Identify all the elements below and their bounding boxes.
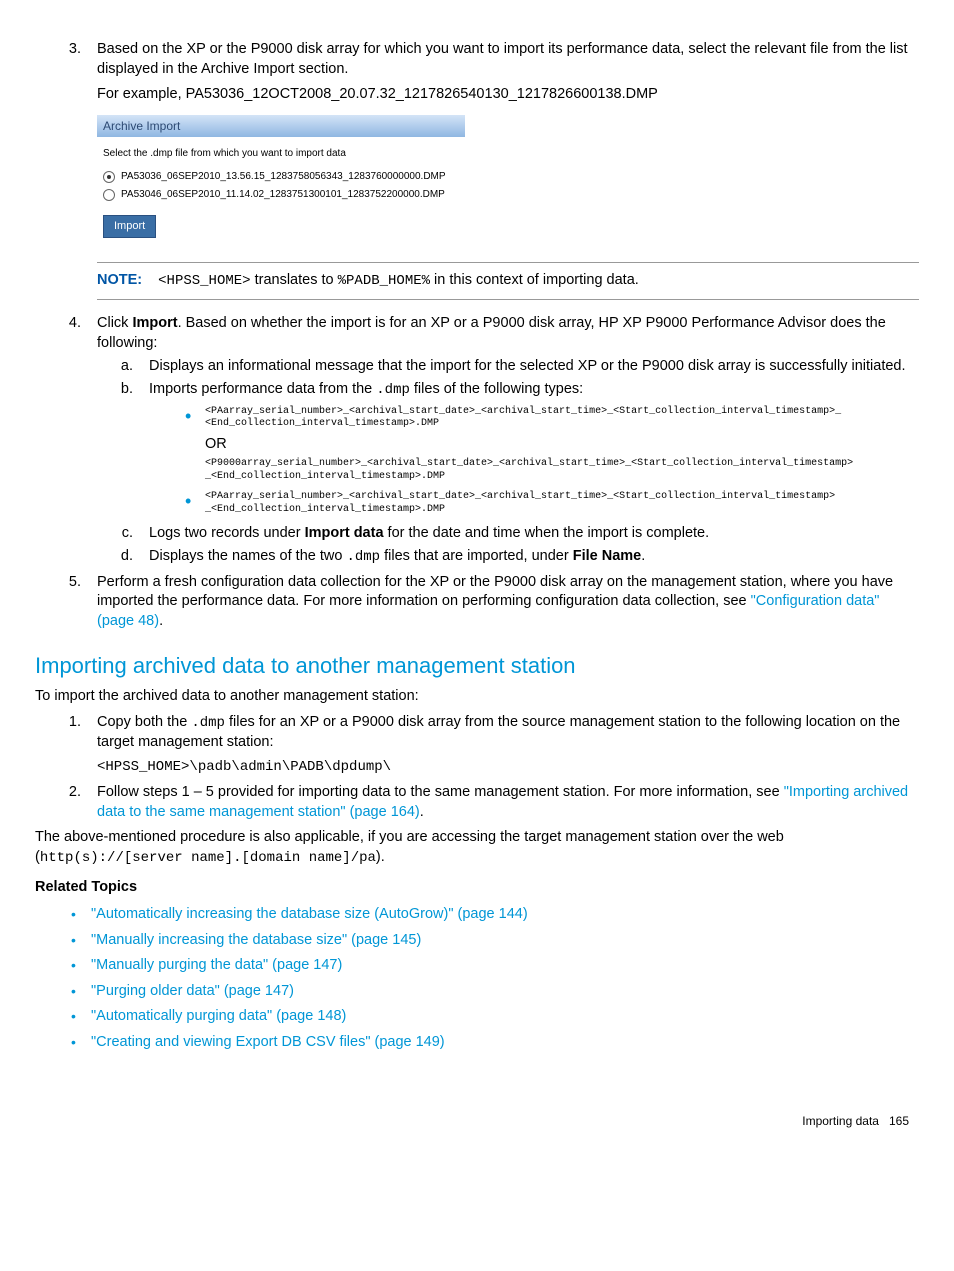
step-5: Perform a fresh configuration data colle… bbox=[85, 573, 919, 632]
section2-step-1: Copy both the .dmp files for an XP or a … bbox=[85, 713, 919, 777]
section2-intro: To import the archived data to another m… bbox=[35, 687, 919, 707]
related-link-2[interactable]: "Manually purging the data" (page 147) bbox=[91, 957, 342, 973]
or-text: OR bbox=[205, 435, 919, 455]
step-4b: Imports performance data from the .dmp f… bbox=[137, 380, 919, 516]
step-5-text-end: . bbox=[159, 613, 163, 629]
related-topics-heading: Related Topics bbox=[35, 878, 919, 898]
step-4-lead-b: . Based on whether the import is for an … bbox=[97, 315, 886, 351]
step-4c-pre: Logs two records under bbox=[149, 525, 305, 541]
section2-steps: Copy both the .dmp files for an XP or a … bbox=[35, 713, 919, 822]
archive-import-header: Archive Import bbox=[97, 115, 465, 137]
file-name-2: PA53046_06SEP2010_11.14.02_1283751300101… bbox=[121, 188, 445, 202]
step-4d: Displays the names of the two .dmp files… bbox=[137, 547, 919, 567]
related-link-5[interactable]: "Creating and viewing Export DB CSV file… bbox=[91, 1034, 445, 1050]
step-4: Click Import. Based on whether the impor… bbox=[85, 314, 919, 567]
step-4a: Displays an informational message that t… bbox=[137, 357, 919, 377]
file-row-2[interactable]: PA53046_06SEP2010_11.14.02_1283751300101… bbox=[103, 188, 459, 202]
step-4d-code: .dmp bbox=[346, 549, 380, 565]
step-4b-code: .dmp bbox=[376, 382, 410, 398]
step-3-text-a: Based on the XP or the P9000 disk array … bbox=[97, 41, 908, 77]
step-4d-post: . bbox=[641, 548, 645, 564]
step-4-lead-a: Click bbox=[97, 315, 132, 331]
archive-import-screenshot: Archive Import Select the .dmp file from… bbox=[97, 115, 465, 249]
bullet-1-line-1: <PAarray_serial_number>_<archival_start_… bbox=[205, 406, 919, 419]
related-link-4[interactable]: "Automatically purging data" (page 148) bbox=[91, 1008, 346, 1024]
archive-import-body: Select the .dmp file from which you want… bbox=[97, 137, 465, 248]
bullet-1-line-2: <End_collection_interval_timestamp>.DMP bbox=[205, 418, 919, 431]
related-topics-list: "Automatically increasing the database s… bbox=[35, 905, 919, 1052]
import-button[interactable]: Import bbox=[103, 215, 156, 238]
step-4d-mid: files that are imported, under bbox=[380, 548, 573, 564]
related-link-0[interactable]: "Automatically increasing the database s… bbox=[91, 906, 528, 922]
s2-s2-pre: Follow steps 1 – 5 provided for importin… bbox=[97, 784, 784, 800]
bullet-2-line-1: <PAarray_serial_number>_<archival_start_… bbox=[205, 491, 919, 504]
related-link-1[interactable]: "Manually increasing the database size" … bbox=[91, 932, 421, 948]
bullet-2: <PAarray_serial_number>_<archival_start_… bbox=[189, 491, 919, 516]
bullet-1-line-4: _<End_collection_interval_timestamp>.DMP bbox=[205, 471, 919, 484]
step-4d-bold: File Name bbox=[573, 548, 642, 564]
s2-s1-path: <HPSS_HOME>\padb\admin\PADB\dpdump\ bbox=[97, 758, 919, 777]
step-3-example: For example, PA53036_12OCT2008_20.07.32_… bbox=[97, 85, 919, 105]
note-padb-home: %PADB_HOME% bbox=[338, 273, 430, 289]
archive-import-instruction: Select the .dmp file from which you want… bbox=[103, 147, 459, 161]
step-4-sublist: Displays an informational message that t… bbox=[97, 357, 919, 566]
note-box: NOTE: <HPSS_HOME> translates to %PADB_HO… bbox=[97, 262, 919, 300]
related-link-3[interactable]: "Purging older data" (page 147) bbox=[91, 983, 294, 999]
file-row-1[interactable]: PA53036_06SEP2010_13.56.15_1283758056343… bbox=[103, 170, 459, 184]
step-4b-bullets: <PAarray_serial_number>_<archival_start_… bbox=[149, 406, 919, 517]
s2-s2-post: . bbox=[420, 804, 424, 820]
radio-unselected-icon[interactable] bbox=[103, 189, 115, 201]
bullet-1: <PAarray_serial_number>_<archival_start_… bbox=[189, 406, 919, 484]
radio-selected-icon[interactable] bbox=[103, 171, 115, 183]
section2-step-2: Follow steps 1 – 5 provided for importin… bbox=[85, 783, 919, 822]
note-mid: translates to bbox=[251, 272, 338, 288]
step-4-import-bold: Import bbox=[132, 315, 177, 331]
note-hpss-home: <HPSS_HOME> bbox=[158, 273, 250, 289]
file-name-1: PA53036_06SEP2010_13.56.15_1283758056343… bbox=[121, 170, 446, 184]
footer-page: 165 bbox=[889, 1114, 909, 1128]
outro-code: http(s)://[server name].[domain name]/pa bbox=[40, 850, 376, 866]
step-4b-post: files of the following types: bbox=[410, 381, 583, 397]
note-post: in this context of importing data. bbox=[430, 272, 639, 288]
step-4c-post: for the date and time when the import is… bbox=[384, 525, 710, 541]
step-4d-pre: Displays the names of the two bbox=[149, 548, 346, 564]
step-3: Based on the XP or the P9000 disk array … bbox=[85, 40, 919, 300]
s2-s1-pre: Copy both the bbox=[97, 714, 191, 730]
step-4b-pre: Imports performance data from the bbox=[149, 381, 376, 397]
step-4c-bold: Import data bbox=[305, 525, 384, 541]
bullet-2-line-2: _<End_collection_interval_timestamp>.DMP bbox=[205, 504, 919, 517]
main-steps-continued: Based on the XP or the P9000 disk array … bbox=[35, 40, 919, 631]
step-4c: Logs two records under Import data for t… bbox=[137, 524, 919, 544]
outro-post: ). bbox=[376, 849, 385, 865]
s2-s1-code: .dmp bbox=[191, 715, 225, 731]
note-label: NOTE: bbox=[97, 271, 142, 291]
section2-outro: The above-mentioned procedure is also ap… bbox=[35, 828, 919, 867]
footer-section: Importing data bbox=[802, 1114, 879, 1128]
section-heading-importing-another: Importing archived data to another manag… bbox=[35, 651, 919, 681]
bullet-1-line-3: <P9000array_serial_number>_<archival_sta… bbox=[205, 458, 919, 471]
page-footer: Importing data 165 bbox=[35, 1113, 919, 1129]
